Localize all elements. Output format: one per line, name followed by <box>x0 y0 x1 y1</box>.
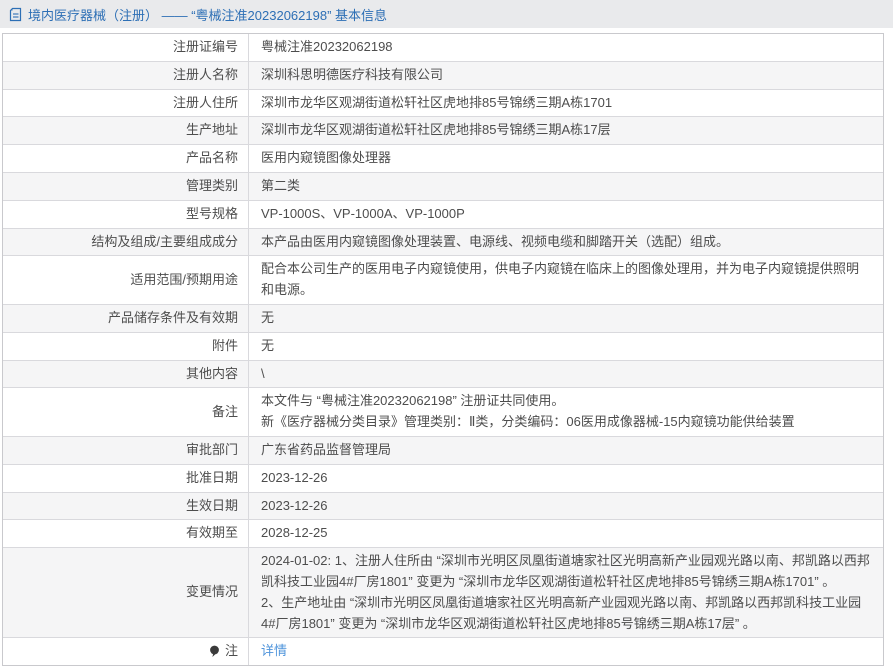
row-value: 第二类 <box>249 173 883 200</box>
row-label: 产品名称 <box>3 145 249 172</box>
table-row-remarks: 备注 本文件与 “粤械注准20232062198” 注册证共同使用。 新《医疗器… <box>3 388 883 437</box>
row-value: 本文件与 “粤械注准20232062198” 注册证共同使用。 新《医疗器械分类… <box>249 388 883 436</box>
row-value: 2023-12-26 <box>249 493 883 520</box>
document-icon <box>9 7 23 22</box>
table-row-change-history: 变更情况 2024-01-02: 1、注册人住所由 “深圳市光明区凤凰街道塘家社… <box>3 548 883 638</box>
row-value: 广东省药品监督管理局 <box>249 437 883 464</box>
table-row-composition: 结构及组成/主要组成成分 本产品由医用内窥镜图像处理装置、电源线、视频电缆和脚踏… <box>3 229 883 257</box>
row-value: 深圳科思明德医疗科技有限公司 <box>249 62 883 89</box>
row-label: 附件 <box>3 333 249 360</box>
row-value: \ <box>249 361 883 388</box>
table-row-other-content: 其他内容 \ <box>3 361 883 389</box>
row-value: 粤械注准20232062198 <box>249 34 883 61</box>
row-value: 医用内窥镜图像处理器 <box>249 145 883 172</box>
row-label: 管理类别 <box>3 173 249 200</box>
row-label: 结构及组成/主要组成成分 <box>3 229 249 256</box>
row-label: 生效日期 <box>3 493 249 520</box>
table-row-attachment: 附件 无 <box>3 333 883 361</box>
table-row-model-spec: 型号规格 VP-1000S、VP-1000A、VP-1000P <box>3 201 883 229</box>
row-value: 本产品由医用内窥镜图像处理装置、电源线、视频电缆和脚踏开关（选配）组成。 <box>249 229 883 256</box>
table-row-production-address: 生产地址 深圳市龙华区观湖街道松轩社区虎地排85号锦绣三期A栋17层 <box>3 117 883 145</box>
row-value: 深圳市龙华区观湖街道松轩社区虎地排85号锦绣三期A栋17层 <box>249 117 883 144</box>
row-value: 2024-01-02: 1、注册人住所由 “深圳市光明区凤凰街道塘家社区光明高新… <box>249 548 883 637</box>
table-row-approval-date: 批准日期 2023-12-26 <box>3 465 883 493</box>
table-row-approval-dept: 审批部门 广东省药品监督管理局 <box>3 437 883 465</box>
row-value: VP-1000S、VP-1000A、VP-1000P <box>249 201 883 228</box>
table-row-expiry-date: 有效期至 2028-12-25 <box>3 520 883 548</box>
page-title: 境内医疗器械（注册） —— “粤械注准20232062198” 基本信息 <box>28 5 387 24</box>
page-header: 境内医疗器械（注册） —— “粤械注准20232062198” 基本信息 <box>0 0 893 28</box>
registration-info-table: 注册证编号 粤械注准20232062198 注册人名称 深圳科思明德医疗科技有限… <box>2 33 884 666</box>
row-label: 备注 <box>3 388 249 436</box>
table-row-note: 注 详情 <box>3 638 883 665</box>
row-label: 生产地址 <box>3 117 249 144</box>
row-label: 注 <box>3 638 249 665</box>
row-label: 注册证编号 <box>3 34 249 61</box>
balloon-icon <box>209 645 220 658</box>
page: 境内医疗器械（注册） —— “粤械注准20232062198” 基本信息 注册证… <box>0 0 893 666</box>
row-label: 注册人住所 <box>3 90 249 117</box>
row-label: 注册人名称 <box>3 62 249 89</box>
row-value: 2023-12-26 <box>249 465 883 492</box>
table-row-intended-use: 适用范围/预期用途 配合本公司生产的医用电子内窥镜使用，供电子内窥镜在临床上的图… <box>3 256 883 305</box>
table-row-storage-validity: 产品储存条件及有效期 无 <box>3 305 883 333</box>
row-label: 变更情况 <box>3 548 249 637</box>
row-value: 无 <box>249 333 883 360</box>
table-row-effective-date: 生效日期 2023-12-26 <box>3 493 883 521</box>
row-value: 深圳市龙华区观湖街道松轩社区虎地排85号锦绣三期A栋1701 <box>249 90 883 117</box>
row-value: 配合本公司生产的医用电子内窥镜使用，供电子内窥镜在临床上的图像处理用，并为电子内… <box>249 256 883 304</box>
row-value: 详情 <box>249 638 883 665</box>
table-row-management-class: 管理类别 第二类 <box>3 173 883 201</box>
row-label: 有效期至 <box>3 520 249 547</box>
table-row-reg-number: 注册证编号 粤械注准20232062198 <box>3 34 883 62</box>
details-link[interactable]: 详情 <box>261 641 287 662</box>
row-value: 2028-12-25 <box>249 520 883 547</box>
table-row-registrant-address: 注册人住所 深圳市龙华区观湖街道松轩社区虎地排85号锦绣三期A栋1701 <box>3 90 883 118</box>
row-label: 批准日期 <box>3 465 249 492</box>
row-label: 适用范围/预期用途 <box>3 256 249 304</box>
row-label: 型号规格 <box>3 201 249 228</box>
row-label: 其他内容 <box>3 361 249 388</box>
note-label: 注 <box>225 641 238 662</box>
row-label: 产品储存条件及有效期 <box>3 305 249 332</box>
row-label: 审批部门 <box>3 437 249 464</box>
table-row-registrant-name: 注册人名称 深圳科思明德医疗科技有限公司 <box>3 62 883 90</box>
row-value: 无 <box>249 305 883 332</box>
table-row-product-name: 产品名称 医用内窥镜图像处理器 <box>3 145 883 173</box>
